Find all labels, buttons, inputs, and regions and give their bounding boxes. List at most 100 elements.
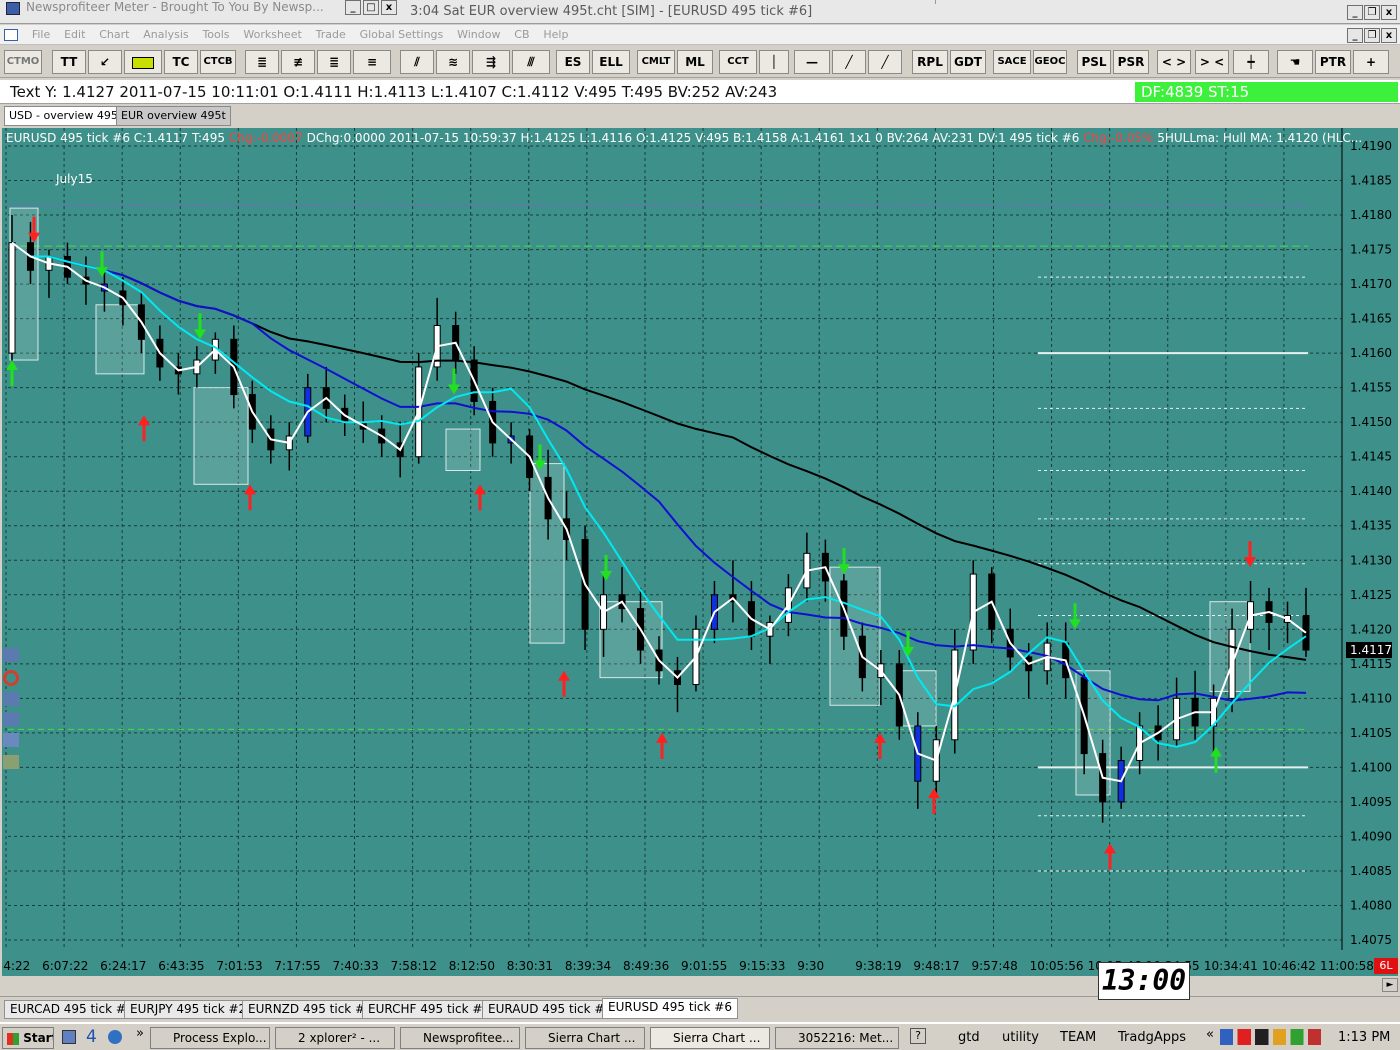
ell-button[interactable]: ELL (592, 50, 630, 74)
extended-line-icon[interactable]: ╱ (868, 50, 902, 74)
quicklaunch-more-icon[interactable]: » (136, 1026, 144, 1041)
task-xplorer[interactable]: 2 xplorer² - ... (275, 1027, 395, 1049)
tray-expand-icon[interactable]: « (1206, 1027, 1214, 1042)
task-sierra-chart-2[interactable]: Sierra Chart ... (650, 1027, 770, 1049)
side-tool-icon-1[interactable] (3, 648, 19, 662)
task-process-explorer[interactable]: Process Explo... (150, 1027, 270, 1049)
side-tool-icon-2[interactable] (3, 670, 19, 686)
child-restore-button[interactable]: ❐ (1364, 28, 1380, 43)
expand-button[interactable]: < > (1157, 50, 1191, 74)
ghost-maximize-button[interactable]: □ (363, 0, 379, 15)
menu-chart[interactable]: Chart (99, 25, 129, 45)
fib-tool-3-icon[interactable]: ≣ (317, 50, 351, 74)
restore-button[interactable]: ❐ (1364, 5, 1380, 20)
side-tool-icon-6[interactable] (3, 755, 19, 769)
toolbar-link-tradgapps[interactable]: TradgApps (1118, 1030, 1186, 1045)
channel-tool-4-icon[interactable]: ⫻ (512, 50, 550, 74)
side-tool-icon-4[interactable] (3, 712, 19, 726)
chart-tab-eurchf[interactable]: EURCHF 495 tick #4 (362, 1000, 497, 1019)
side-tool-icon-5[interactable] (3, 733, 19, 747)
channel-tool-3-icon[interactable]: ⇶ (472, 50, 510, 74)
minimize-button[interactable]: _ (1347, 5, 1363, 20)
rectangle-tool-icon[interactable] (124, 50, 162, 74)
horizontal-line-icon[interactable]: — (794, 50, 830, 74)
menu-help[interactable]: Help (543, 25, 568, 45)
chart-tabs-bar: EURCAD 495 tick #1 EURJPY 495 tick #2 EU… (0, 996, 1400, 1020)
menu-file[interactable]: File (32, 25, 50, 45)
toolbar-link-gtd[interactable]: gtd (958, 1030, 980, 1045)
close-button[interactable]: x (1381, 5, 1397, 20)
task-sierra-chart-1[interactable]: Sierra Chart ... (525, 1027, 645, 1049)
start-button[interactable]: Start (2, 1027, 54, 1049)
task-metatrader[interactable]: 3052216: Met... (775, 1027, 899, 1049)
gdt-button[interactable]: GDT (950, 50, 986, 74)
ptr-button[interactable]: PTR (1315, 50, 1351, 74)
ctmo-button[interactable]: CTMO (4, 50, 42, 74)
psr-button[interactable]: PSR (1113, 50, 1149, 74)
sace-button[interactable]: SACE (993, 50, 1031, 74)
menu-edit[interactable]: Edit (64, 25, 85, 45)
task-newsprofiteer[interactable]: Newsprofitee... (400, 1027, 520, 1049)
cmlt-button[interactable]: CMLT (637, 50, 675, 74)
geoc-button[interactable]: GEOC (1033, 50, 1067, 74)
hull-ma-white-line (11, 241, 1307, 783)
rpl-button[interactable]: RPL (912, 50, 948, 74)
chart-tab-eurusd[interactable]: EURUSD 495 tick #6 (602, 998, 738, 1019)
hand-tool-icon[interactable]: ☚ (1277, 50, 1313, 74)
menu-tools[interactable]: Tools (202, 25, 229, 45)
channel-tool-1-icon[interactable]: ⫽ (400, 50, 434, 74)
price-axis-label: 1.4165 (1350, 312, 1392, 326)
menu-cb[interactable]: CB (514, 25, 529, 45)
menu-trade[interactable]: Trade (316, 25, 346, 45)
quicklaunch-desktop-icon[interactable] (62, 1030, 76, 1044)
chart-window-icon[interactable] (4, 28, 18, 41)
tray-icons[interactable] (1220, 1029, 1330, 1045)
toolbar-link-utility[interactable]: utility (1002, 1030, 1039, 1045)
ml-button[interactable]: ML (677, 50, 713, 74)
es-button[interactable]: ES (556, 50, 590, 74)
menu-window[interactable]: Window (457, 25, 500, 45)
ghost-close-button[interactable]: x (381, 0, 397, 15)
menu-worksheet[interactable]: Worksheet (243, 25, 301, 45)
chart-tab-eurnzd[interactable]: EURNZD 495 tick #3 (242, 1000, 379, 1019)
scroll-right-button[interactable]: ► (1382, 978, 1398, 992)
price-chart[interactable]: 1.41901.41851.41801.41751.41701.41651.41… (2, 128, 1398, 976)
worksheet-tab-eur[interactable]: EUR overview 495t (116, 106, 231, 126)
child-minimize-button[interactable]: _ (1347, 28, 1363, 43)
cursor-data-text: Text Y: 1.4127 2011-07-15 10:11:01 O:1.4… (10, 83, 778, 101)
corner-badge: 6L (1374, 958, 1398, 974)
worksheet-tab-usd[interactable]: USD - overview 495t (4, 106, 128, 126)
fib-tool-1-icon[interactable]: ≣ (245, 50, 279, 74)
toolbar: CTMO TT ↙ TC CTCB ≣ ≢ ≣ ≡ ⫽ ≋ ⇶ ⫻ ES ELL… (0, 47, 1400, 78)
help-icon[interactable]: ? (910, 1028, 926, 1044)
vertical-line-icon[interactable]: │ (759, 50, 789, 74)
price-axis-label: 1.4160 (1350, 346, 1392, 360)
toolbar-link-team[interactable]: TEAM (1060, 1030, 1096, 1045)
quicklaunch-4[interactable]: 4 (86, 1027, 97, 1047)
line-tool-icon[interactable]: ↙ (88, 50, 122, 74)
time-axis-label: 10:05:56 (1030, 959, 1084, 973)
psl-button[interactable]: PSL (1077, 50, 1111, 74)
cursor-cross-icon[interactable]: + (1353, 50, 1389, 74)
menu-analysis[interactable]: Analysis (143, 25, 188, 45)
side-tool-icon-3[interactable] (3, 692, 19, 706)
ctcb-button[interactable]: CTCB (200, 50, 236, 74)
menu-global-settings[interactable]: Global Settings (360, 25, 444, 45)
quicklaunch-globe-icon[interactable] (108, 1030, 122, 1044)
chart-tab-eurcad[interactable]: EURCAD 495 tick #1 (4, 1000, 140, 1019)
channel-tool-2-icon[interactable]: ≋ (436, 50, 470, 74)
ghost-minimize-button[interactable]: _ (345, 0, 361, 15)
ray-tool-icon[interactable]: ╱ (832, 50, 866, 74)
compress-button[interactable]: > < (1195, 50, 1229, 74)
start-label: Start (23, 1031, 54, 1045)
child-close-button[interactable]: x (1381, 28, 1397, 43)
fib-tool-4-icon[interactable]: ≡ (353, 50, 391, 74)
crosshair-tool-icon[interactable]: ┿ (1233, 50, 1269, 74)
chart-area[interactable]: 1.4190 1.4185 1.4180 1.4175 1.4170 1.4165 1.41… (2, 128, 1398, 976)
tt-button[interactable]: TT (52, 50, 86, 74)
fib-tool-2-icon[interactable]: ≢ (281, 50, 315, 74)
tc-button[interactable]: TC (164, 50, 198, 74)
chart-tab-eurjpy[interactable]: EURJPY 495 tick #2 (124, 1000, 253, 1019)
cct-button[interactable]: CCT (719, 50, 757, 74)
chart-tab-euraud[interactable]: EURAUD 495 tick #5 (482, 1000, 619, 1019)
